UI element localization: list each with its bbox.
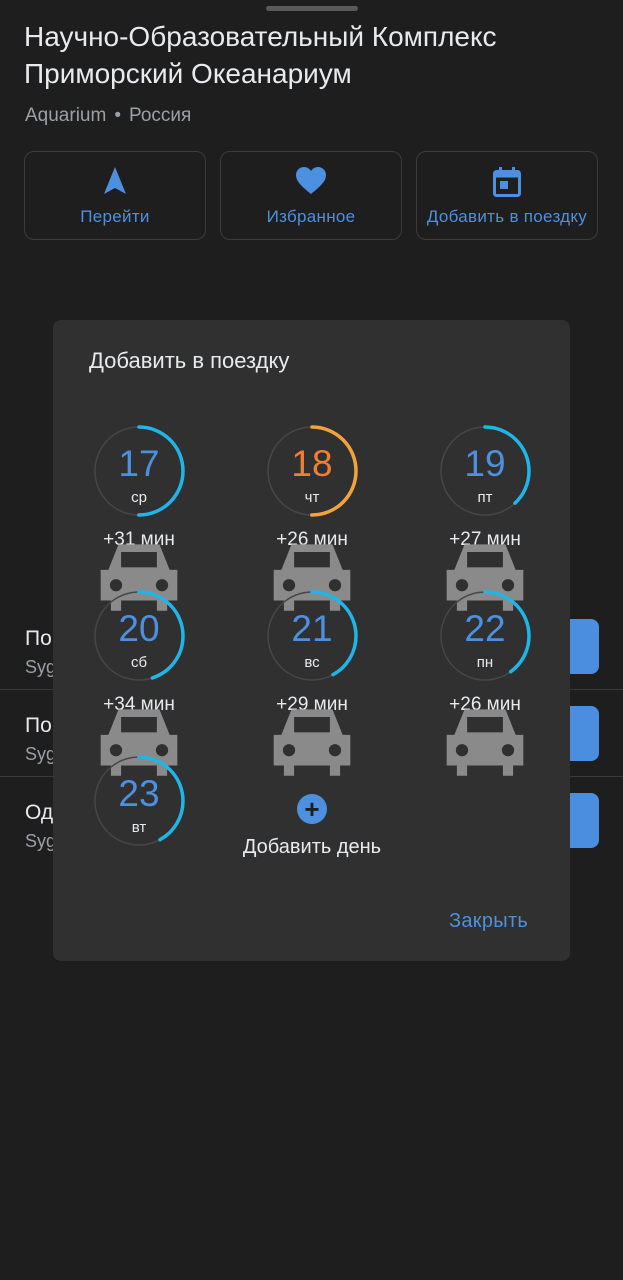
subtitle-separator: • <box>114 105 121 126</box>
day-option-23[interactable]: 23 вт <box>64 755 214 895</box>
day-number: 22 <box>464 608 506 649</box>
dialog-title: Добавить в поездку <box>89 348 290 373</box>
place-category: Aquarium <box>25 105 107 126</box>
navigation-arrow-icon <box>25 166 205 196</box>
day-number: 17 <box>118 443 160 484</box>
favorite-button-label: Избранное <box>266 207 356 226</box>
day-weekday: вс <box>304 654 320 671</box>
day-number: 19 <box>464 443 506 484</box>
day-option-17[interactable]: 17 ср +31 мин <box>64 425 214 611</box>
list-item-subtitle: Syg <box>25 744 57 764</box>
favorite-button[interactable]: Избранное <box>220 151 402 240</box>
navigate-button[interactable]: Перейти <box>24 151 206 240</box>
day-weekday: вт <box>131 819 147 836</box>
travel-time: +26 мин <box>237 529 387 611</box>
list-item-subtitle: Syg <box>25 657 57 677</box>
day-weekday: пт <box>477 489 493 506</box>
day-option-19[interactable]: 19 пт +27 мин <box>410 425 560 611</box>
place-title: Научно-Образовательный Комплекс Приморск… <box>24 21 497 89</box>
place-actions: Перейти Избранное Добавить в поездку <box>24 151 599 240</box>
add-day-label: Добавить день <box>242 836 382 858</box>
add-to-trip-button[interactable]: Добавить в поездку <box>416 151 598 240</box>
add-to-trip-dialog: Добавить в поездку 17 ср +31 мин 18 чт +26 ми… <box>53 320 570 961</box>
car-icon <box>273 709 351 776</box>
day-number: 23 <box>118 773 160 814</box>
add-to-trip-button-label: Добавить в поездку <box>426 207 588 226</box>
day-option-22[interactable]: 22 пн +26 мин <box>410 590 560 776</box>
day-weekday: пн <box>476 654 494 671</box>
travel-time: +31 мин <box>64 529 214 611</box>
list-item-subtitle: Syg <box>25 831 57 851</box>
day-weekday: сб <box>130 654 148 671</box>
day-number: 20 <box>118 608 160 649</box>
navigate-button-label: Перейти <box>80 207 150 226</box>
day-weekday: ср <box>131 489 147 506</box>
day-number: 18 <box>291 443 333 484</box>
close-button[interactable]: Закрыть <box>449 910 528 933</box>
travel-time: +34 мин <box>64 694 214 776</box>
sheet-drag-handle[interactable] <box>266 6 358 11</box>
list-item-title: По <box>25 627 52 650</box>
add-day-button[interactable]: + Добавить день <box>228 790 396 870</box>
travel-time: +27 мин <box>410 529 560 611</box>
day-weekday: чт <box>304 489 320 506</box>
place-country: Россия <box>128 105 192 126</box>
day-option-21[interactable]: 21 вс +29 мин <box>237 590 387 776</box>
car-icon <box>446 709 524 776</box>
day-option-18[interactable]: 18 чт +26 мин <box>237 425 387 611</box>
heart-icon <box>221 166 401 196</box>
list-item-title: Од <box>25 801 54 824</box>
travel-time: +29 мин <box>237 694 387 776</box>
place-subtitle: Aquarium • Россия <box>25 105 191 127</box>
day-option-20[interactable]: 20 сб +34 мин <box>64 590 214 776</box>
add-circle-icon: + <box>297 794 327 824</box>
list-item-title: По <box>25 714 52 737</box>
travel-time: +26 мин <box>410 694 560 776</box>
day-number: 21 <box>291 608 333 649</box>
calendar-icon <box>417 166 597 197</box>
